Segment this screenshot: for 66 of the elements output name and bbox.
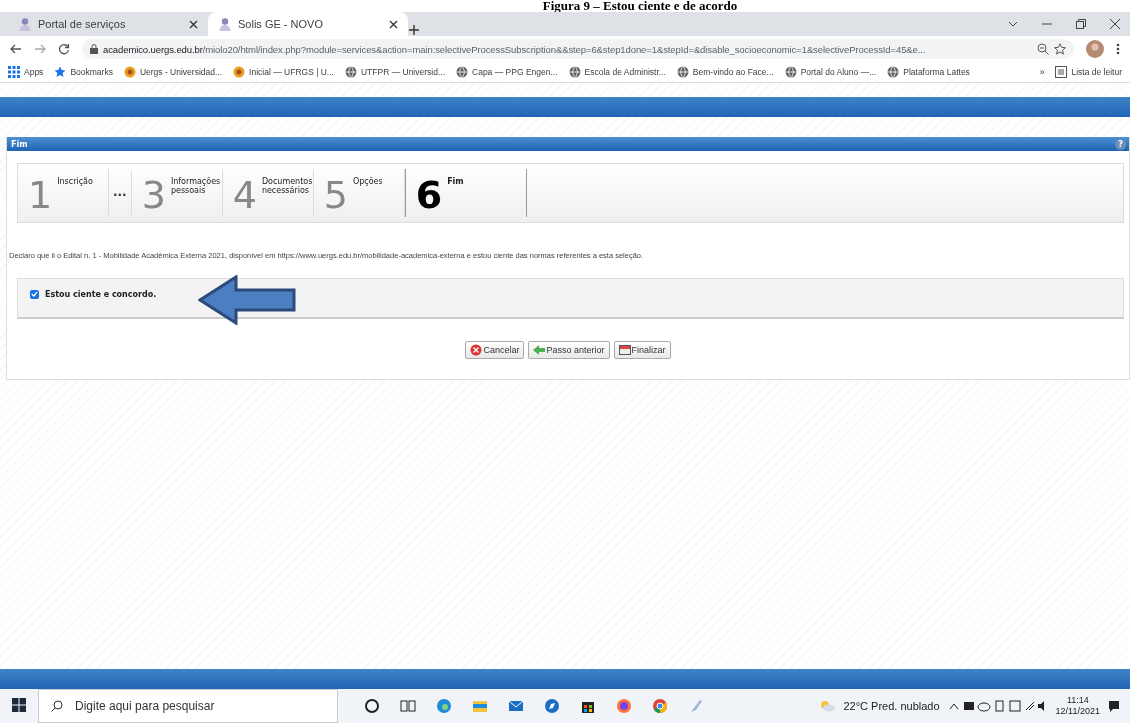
weather-text[interactable]: 22°C Pred. nublado: [843, 700, 940, 712]
bookmark[interactable]: Apps: [8, 66, 44, 78]
globe-icon: [784, 66, 797, 78]
cancel-button[interactable]: Cancelar: [465, 341, 525, 359]
bookmark[interactable]: Plataforma Lattes: [887, 66, 970, 78]
cortana-circle-icon[interactable]: [364, 698, 380, 714]
clock-time[interactable]: 11:14: [1066, 695, 1089, 706]
star-icon[interactable]: [1054, 43, 1066, 55]
reload-icon[interactable]: [58, 43, 70, 55]
globe-icon: [887, 66, 900, 78]
close-icon[interactable]: [389, 19, 398, 29]
compass-icon[interactable]: [544, 698, 560, 714]
bookmark[interactable]: Portal do Aluno —...: [784, 66, 877, 78]
list-icon: [1055, 66, 1068, 78]
kebab-menu-icon[interactable]: [1116, 43, 1120, 55]
checkmark-icon: [31, 291, 38, 297]
plus-icon[interactable]: [408, 24, 420, 36]
cancel-icon: [470, 344, 483, 356]
notifications-icon[interactable]: [1108, 700, 1120, 712]
person-icon: [18, 17, 32, 31]
browser-tab[interactable]: Portal de serviços: [8, 12, 208, 36]
globe-icon: [344, 66, 357, 78]
back-button[interactable]: Passo anterior: [528, 341, 610, 359]
checkbox-label[interactable]: Estou ciente e concordo.: [45, 289, 157, 299]
chevron-icon[interactable]: [1008, 21, 1018, 27]
apps-grid-icon: [8, 66, 20, 78]
site-favicon-icon: [233, 66, 246, 78]
search-box[interactable]: Digite aqui para pesquisar: [38, 689, 338, 723]
search-field[interactable]: Digite aqui para pesquisar: [73, 698, 325, 714]
globe-icon: [568, 66, 581, 78]
bookmark[interactable]: Capa — PPG Engen...: [456, 66, 558, 78]
maximize-icon[interactable]: [1076, 19, 1086, 29]
checkbox[interactable]: [30, 289, 39, 299]
reading-list[interactable]: Lista de leitur: [1055, 66, 1122, 78]
close-icon[interactable]: [189, 19, 198, 29]
bookmark[interactable]: Inicial — UFRGS | U...: [233, 66, 334, 78]
mail-icon[interactable]: [508, 698, 524, 714]
clock-date[interactable]: 12/11/2021: [1055, 706, 1100, 717]
star-icon: [54, 66, 67, 78]
steps-ellipsis: ...: [109, 171, 132, 215]
person-icon: [218, 17, 232, 31]
task-view-icon[interactable]: [400, 698, 416, 714]
search-icon: [51, 700, 63, 712]
panel-title: Fim: [11, 139, 28, 149]
close-icon[interactable]: [1110, 19, 1120, 29]
bookmark[interactable]: Bem-vindo ao Face...: [676, 66, 774, 78]
avatar-icon[interactable]: [1086, 40, 1104, 58]
cloud-sun-icon: [819, 700, 836, 712]
more-bookmarks[interactable]: »: [1039, 67, 1045, 77]
bookmark[interactable]: UTFPR — Universid...: [344, 66, 446, 78]
lock-icon: [90, 44, 98, 54]
globe-icon: [676, 66, 689, 78]
browser-tab[interactable]: Solis GE - NOVO: [208, 12, 408, 36]
figure-caption: Figura 9 – Estou ciente e de acordo: [542, 0, 738, 12]
window-icon: [618, 344, 631, 356]
windows-logo-icon[interactable]: [12, 697, 26, 712]
address-bar[interactable]: academico.uergs.edu.br/miolo20/html/index.php?module=services&action=main:selectiveProcessSubscription&&step=6&step1done=1&stepId=&disable_socioeconomic=1&selectiveProcessId=45&e...: [82, 39, 1074, 59]
back-arrow-icon[interactable]: [10, 44, 22, 54]
back-arrow-icon: [533, 344, 546, 356]
bookmark[interactable]: Uergs - Universidad...: [123, 66, 223, 78]
site-favicon-icon: [123, 66, 136, 78]
zoom-out-icon[interactable]: [1037, 43, 1049, 55]
bookmark[interactable]: Escola de Administr...: [568, 66, 666, 78]
finish-button[interactable]: Finalizar: [613, 341, 671, 359]
bookmark[interactable]: Bookmarks: [54, 66, 113, 78]
globe-icon: [456, 66, 469, 78]
